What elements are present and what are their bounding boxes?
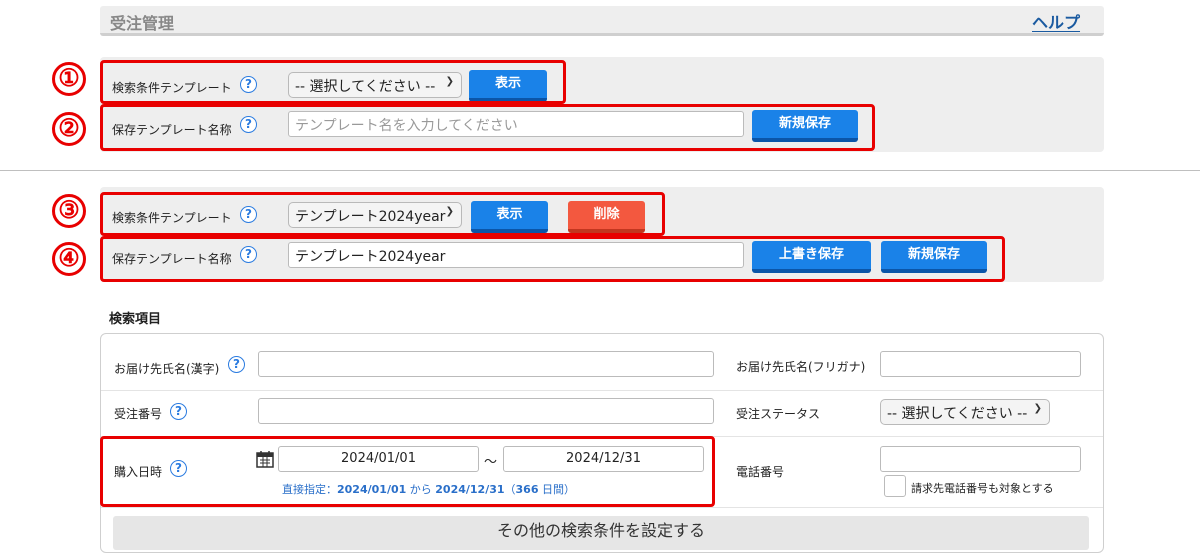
divider <box>0 170 1200 171</box>
order-status-select[interactable]: -- 選択してください -- ❯ <box>880 399 1050 425</box>
help-question-icon[interactable]: ? <box>170 403 187 420</box>
callout-badge-2: ② <box>52 112 86 146</box>
highlight-box-date <box>100 436 715 507</box>
billing-phone-checkbox-label: 請求先電話番号も対象とする <box>911 482 1054 495</box>
more-conditions-button[interactable]: その他の検索条件を設定する <box>113 516 1089 550</box>
page-title: 受注管理 <box>110 14 175 33</box>
help-link[interactable]: ヘルプ <box>1032 9 1080 33</box>
recipient-kanji-label: お届け先氏名(漢字) <box>114 362 220 376</box>
search-section-title: 検索項目 <box>109 312 162 327</box>
highlight-box-2 <box>100 104 875 151</box>
callout-badge-4: ④ <box>52 242 86 276</box>
callout-badge-1: ① <box>52 62 86 96</box>
highlight-box-3 <box>100 192 665 236</box>
billing-phone-checkbox[interactable] <box>884 475 906 497</box>
page-header <box>100 6 1104 36</box>
highlight-box-1 <box>100 60 566 104</box>
order-number-input[interactable] <box>258 398 714 424</box>
recipient-kana-label: お届け先氏名(フリガナ) <box>736 360 866 374</box>
chevron-down-icon: ❯ <box>1033 403 1042 414</box>
order-number-label: 受注番号 <box>114 407 163 421</box>
phone-input[interactable] <box>880 446 1081 472</box>
order-status-label: 受注ステータス <box>736 407 821 421</box>
highlight-box-4 <box>100 236 1005 282</box>
callout-badge-3: ③ <box>52 194 86 228</box>
recipient-kana-input[interactable] <box>880 351 1081 377</box>
phone-label: 電話番号 <box>736 465 785 479</box>
recipient-kanji-input[interactable] <box>258 351 714 377</box>
row-divider <box>101 390 1103 391</box>
help-question-icon[interactable]: ? <box>228 356 245 373</box>
row-divider <box>101 507 1103 508</box>
